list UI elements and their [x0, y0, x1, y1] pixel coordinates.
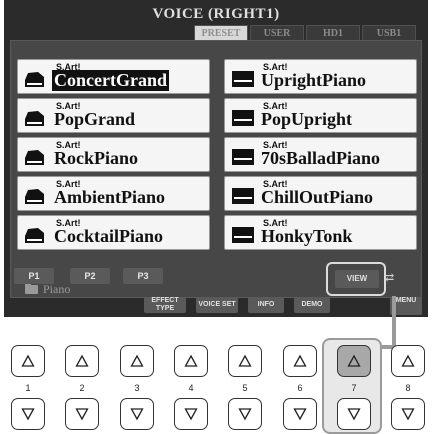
- grand-piano-icon: [25, 189, 44, 204]
- triangle-down-icon: [184, 408, 198, 421]
- voice-name: 70sBalladPiano: [261, 148, 381, 168]
- demo-button[interactable]: DEMO: [294, 297, 330, 313]
- lcd-screen: VOICE (RIGHT1) PRESET USER HD1 USB1 S.Ar…: [4, 0, 428, 317]
- button-5-up[interactable]: [228, 345, 262, 377]
- voice-list-panel: S.Art! ConcertGrand S.Art! PopGrand S.Ar…: [10, 40, 422, 298]
- button-3-up[interactable]: [120, 345, 154, 377]
- highlight-connector: [392, 296, 396, 350]
- upright-piano-icon: [232, 71, 254, 87]
- voice-name: HonkyTonk: [261, 226, 353, 246]
- voice-name: CocktailPiano: [54, 226, 164, 246]
- voice-name: AmbientPiano: [54, 187, 166, 207]
- voice-name: PopUpright: [261, 109, 353, 129]
- voice-name: ConcertGrand: [52, 70, 169, 91]
- triangle-down-icon: [130, 408, 144, 421]
- button-7-down[interactable]: [337, 398, 371, 430]
- tab-user[interactable]: USER: [250, 25, 304, 41]
- voice-item[interactable]: S.Art! 70sBalladPiano: [224, 137, 417, 172]
- button-number-label: 7: [351, 383, 357, 393]
- button-6-up[interactable]: [283, 345, 317, 377]
- button-1-up[interactable]: [11, 345, 45, 377]
- button-number-label: 4: [188, 383, 194, 393]
- button-2-up[interactable]: [65, 345, 99, 377]
- page-button-p1[interactable]: P1: [14, 268, 54, 284]
- triangle-up-icon: [130, 354, 144, 367]
- folder-label: Piano: [43, 282, 71, 296]
- voice-item[interactable]: S.Art! CocktailPiano: [17, 215, 210, 250]
- page-button-p3[interactable]: P3: [123, 268, 163, 284]
- triangle-down-icon: [401, 408, 415, 421]
- upright-piano-icon: [232, 188, 254, 204]
- view-button[interactable]: VIEW: [335, 270, 379, 288]
- voice-item[interactable]: S.Art! HonkyTonk: [224, 215, 417, 250]
- tab-bar: PRESET USER HD1 USB1: [194, 25, 416, 41]
- voice-name: UprightPiano: [261, 70, 367, 90]
- button-6-down[interactable]: [283, 398, 317, 430]
- voice-item[interactable]: S.Art! PopUpright: [224, 98, 417, 133]
- upright-piano-icon: [232, 110, 254, 126]
- triangle-up-icon: [401, 354, 415, 367]
- button-2-down[interactable]: [65, 398, 99, 430]
- screen-title: VOICE (RIGHT1): [152, 6, 280, 22]
- upright-piano-icon: [232, 149, 254, 165]
- voice-item[interactable]: S.Art! ConcertGrand: [17, 59, 210, 94]
- upright-piano-icon: [232, 227, 254, 243]
- triangle-down-icon: [293, 408, 307, 421]
- button-8-up[interactable]: [391, 345, 425, 377]
- grand-piano-icon: [25, 150, 44, 165]
- button-7-up[interactable]: [337, 345, 371, 377]
- folder-icon: [25, 283, 38, 294]
- tab-usb1[interactable]: USB1: [362, 25, 416, 41]
- triangle-up-icon: [347, 354, 361, 367]
- info-button[interactable]: INFO: [248, 297, 284, 313]
- effect-type-button[interactable]: EFFECT TYPE: [144, 297, 186, 313]
- voice-name: ChillOutPiano: [261, 187, 374, 207]
- button-1-down[interactable]: [11, 398, 45, 430]
- button-3-down[interactable]: [120, 398, 154, 430]
- button-4-down[interactable]: [174, 398, 208, 430]
- triangle-down-icon: [75, 408, 89, 421]
- tab-preset[interactable]: PRESET: [194, 25, 248, 41]
- button-number-label: 3: [134, 383, 140, 393]
- triangle-down-icon: [21, 408, 35, 421]
- grand-piano-icon: [25, 72, 44, 87]
- triangle-up-icon: [184, 354, 198, 367]
- voice-item[interactable]: S.Art! ChillOutPiano: [224, 176, 417, 211]
- voice-name: RockPiano: [54, 148, 139, 168]
- page-button-p2[interactable]: P2: [70, 268, 110, 284]
- triangle-up-icon: [238, 354, 252, 367]
- triangle-down-icon: [238, 408, 252, 421]
- voice-set-button[interactable]: VOICE SET: [196, 297, 238, 313]
- button-5-down[interactable]: [228, 398, 262, 430]
- voice-item[interactable]: S.Art! UprightPiano: [224, 59, 417, 94]
- triangle-down-icon: [347, 408, 361, 421]
- button-number-label: 8: [405, 383, 411, 393]
- voice-item[interactable]: S.Art! RockPiano: [17, 137, 210, 172]
- voice-item[interactable]: S.Art! AmbientPiano: [17, 176, 210, 211]
- grand-piano-icon: [25, 228, 44, 243]
- grand-piano-icon: [25, 111, 44, 126]
- button-number-label: 1: [25, 383, 31, 393]
- voice-name: PopGrand: [54, 109, 136, 129]
- button-number-label: 6: [297, 383, 303, 393]
- triangle-up-icon: [21, 354, 35, 367]
- button-4-up[interactable]: [174, 345, 208, 377]
- button-number-label: 2: [79, 383, 85, 393]
- triangle-up-icon: [75, 354, 89, 367]
- tab-hd1[interactable]: HD1: [306, 25, 360, 41]
- button-number-label: 5: [242, 383, 248, 393]
- voice-item[interactable]: S.Art! PopGrand: [17, 98, 210, 133]
- current-folder[interactable]: Piano: [25, 282, 70, 297]
- page-arrows-icon: ⇄: [385, 272, 395, 284]
- triangle-up-icon: [293, 354, 307, 367]
- button-8-down[interactable]: [391, 398, 425, 430]
